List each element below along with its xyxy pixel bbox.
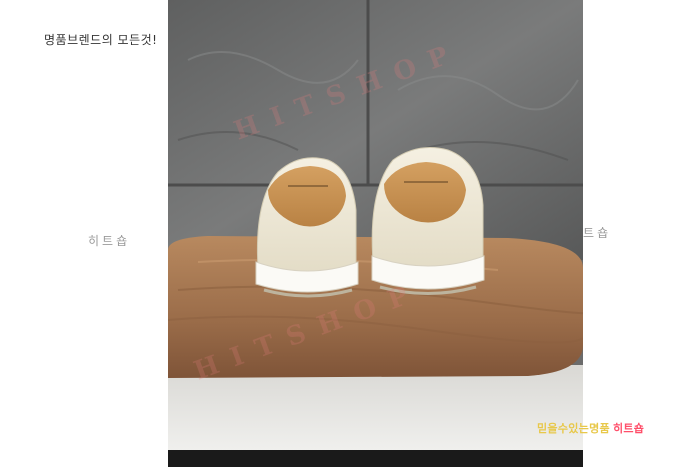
right-sneaker — [371, 147, 485, 295]
slogan: 믿을수있는명품 히트숍 — [537, 420, 644, 436]
slogan-text: 믿을수있는명품 — [537, 422, 610, 435]
watermark-left: 히트숍 — [88, 234, 131, 248]
slogan-brand: 히트숍 — [612, 422, 645, 435]
floor-shadow — [168, 450, 583, 467]
product-photo: HITSHOP HITSHOP — [168, 0, 583, 467]
product-photo-illustration: HITSHOP HITSHOP — [168, 0, 583, 467]
page-caption: 명품브렌드의 모든것! — [44, 33, 158, 47]
